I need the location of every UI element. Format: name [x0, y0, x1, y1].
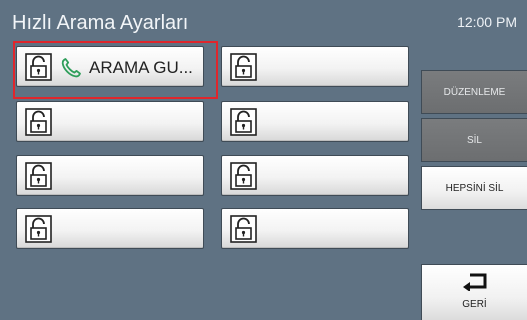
speed-dial-slot-4[interactable] [221, 101, 409, 142]
lock-icon [25, 215, 52, 243]
delete-button[interactable]: SİL [421, 118, 527, 162]
phone-icon [61, 58, 81, 78]
speed-dial-slot-7[interactable] [16, 208, 204, 249]
speed-dial-slot-2[interactable] [221, 46, 409, 87]
back-button[interactable]: GERİ [421, 264, 527, 320]
speed-dial-slot-1[interactable]: ARAMA GU... [16, 46, 204, 87]
delete-all-button[interactable]: HEPSİNİ SİL [421, 166, 527, 210]
speed-dial-slot-5[interactable] [16, 155, 204, 196]
page-title: Hızlı Arama Ayarları [12, 12, 189, 34]
speed-dial-slot-6[interactable] [221, 155, 409, 196]
clock: 12:00 PM [457, 14, 517, 30]
slot-label: ARAMA GU... [89, 58, 193, 77]
back-arrow-icon [463, 273, 487, 291]
lock-icon [230, 215, 257, 243]
lock-icon [230, 108, 257, 136]
speed-dial-slot-3[interactable] [16, 101, 204, 142]
lock-icon [25, 53, 52, 81]
speed-dial-slot-8[interactable] [221, 208, 409, 249]
back-label: GERİ [462, 299, 487, 310]
lock-icon [230, 162, 257, 190]
lock-icon [25, 162, 52, 190]
edit-button[interactable]: DÜZENLEME [421, 70, 527, 114]
lock-icon [230, 53, 257, 81]
lock-icon [25, 108, 52, 136]
